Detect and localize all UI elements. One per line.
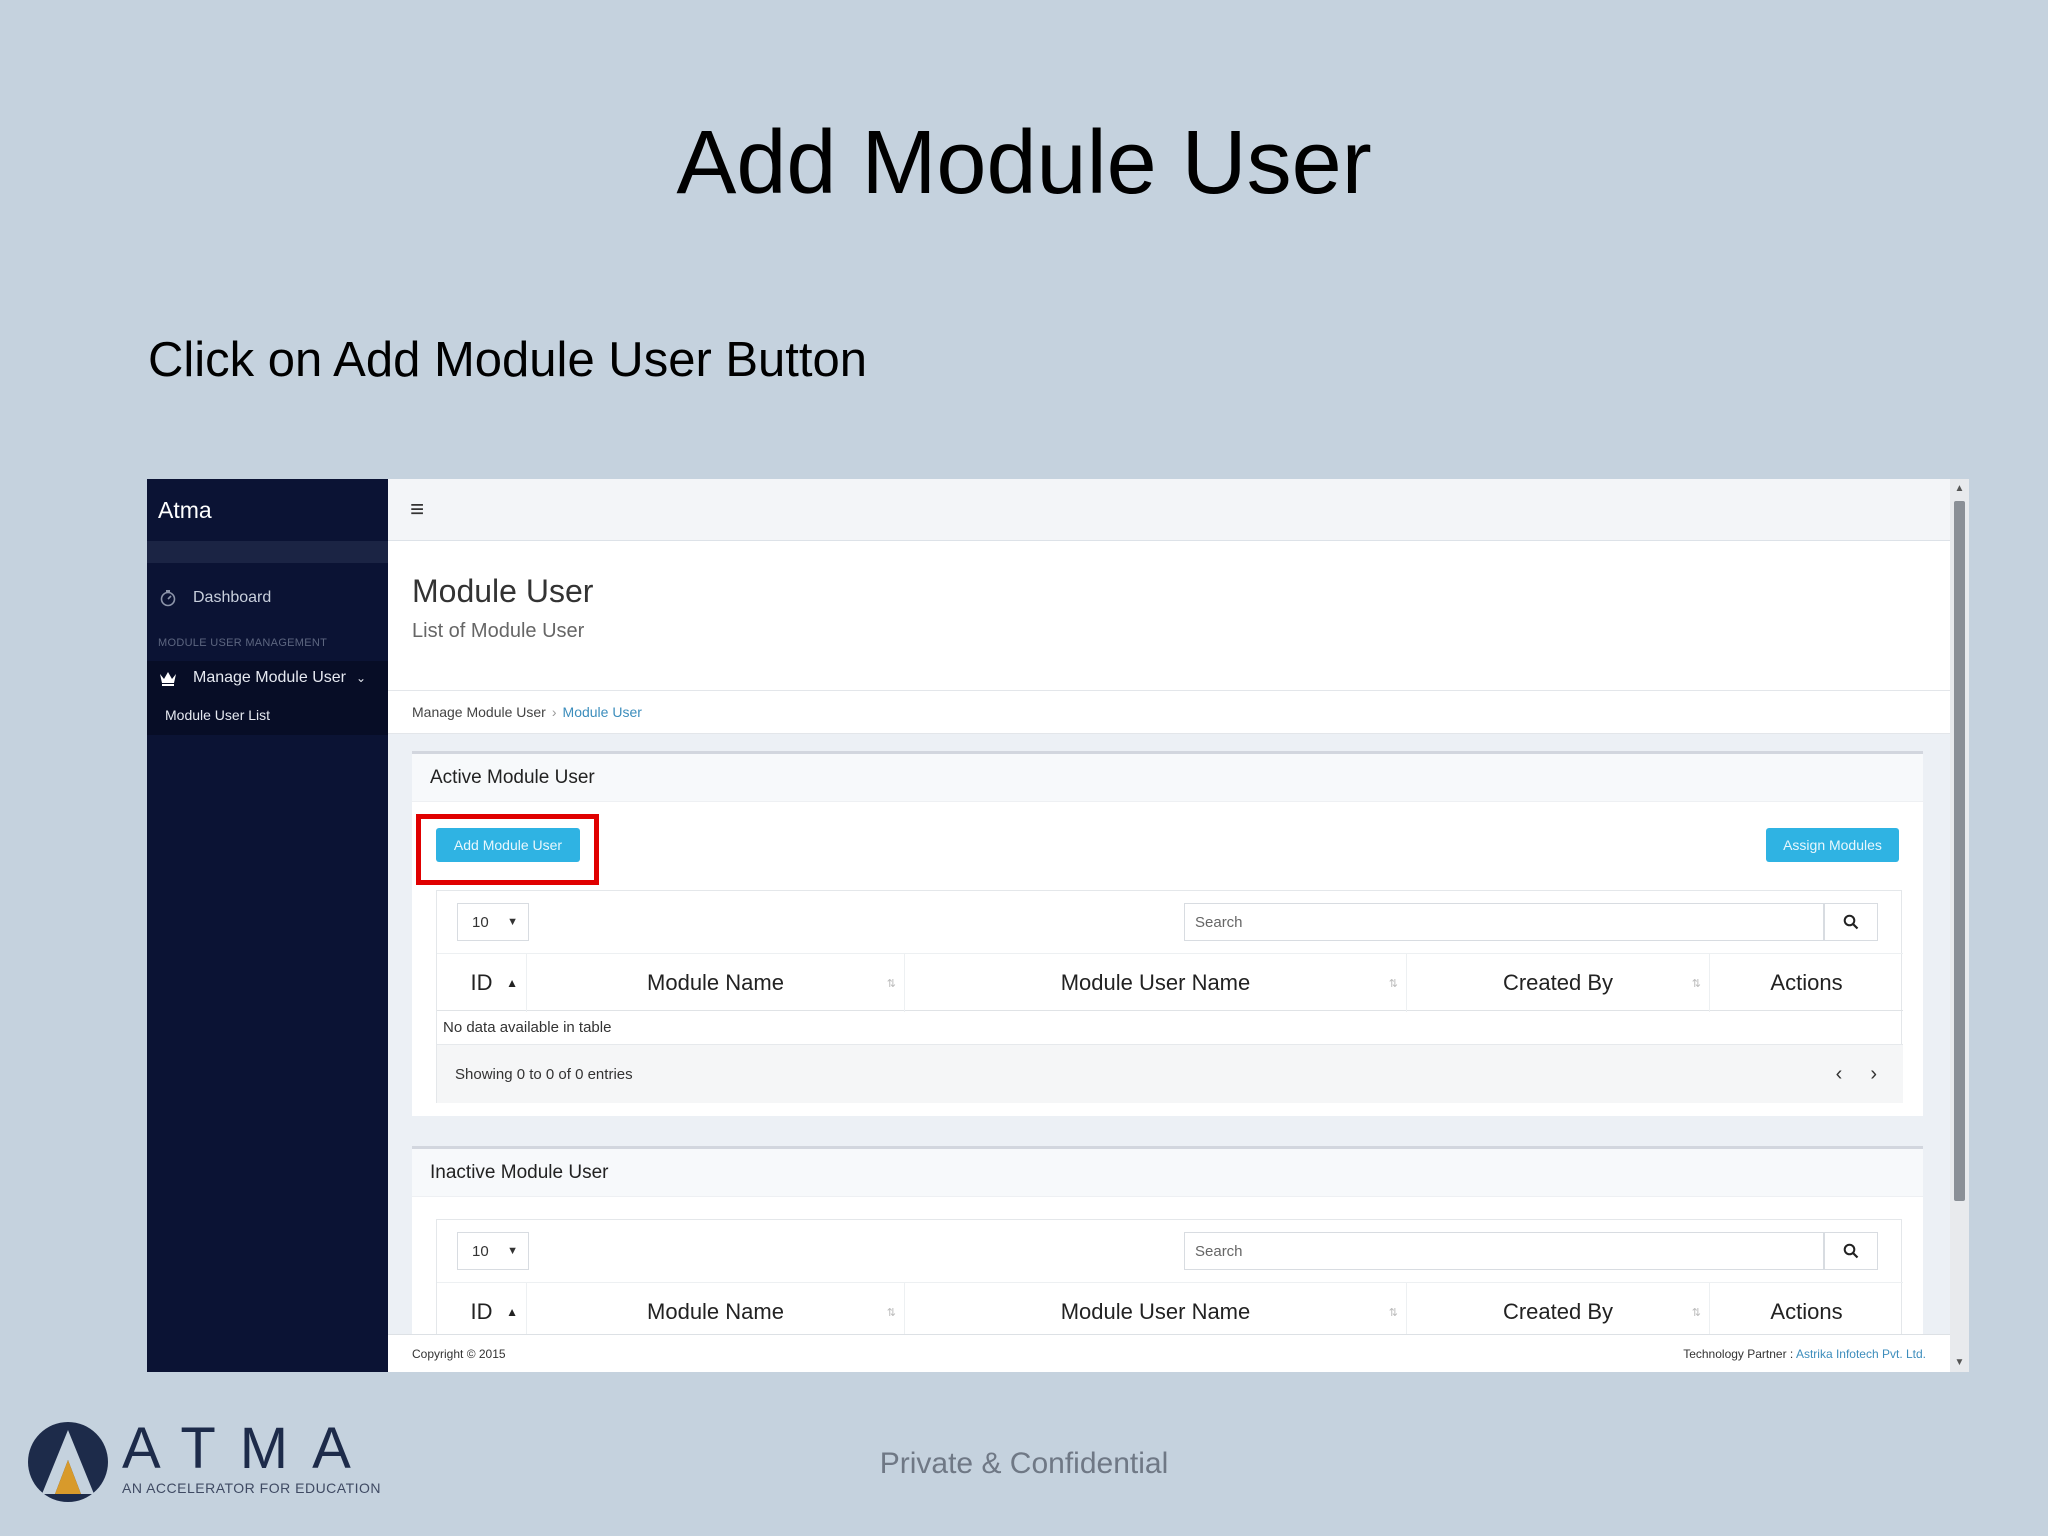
partner-link[interactable]: Astrika Infotech Pvt. Ltd. bbox=[1796, 1347, 1926, 1361]
crown-icon bbox=[158, 668, 178, 688]
page-length-select[interactable]: 10 ▼ bbox=[457, 1232, 529, 1270]
page-title: Module User bbox=[412, 573, 594, 609]
partner-label: Technology Partner : bbox=[1683, 1346, 1794, 1361]
previous-page-icon[interactable]: ‹ bbox=[1836, 1063, 1843, 1086]
table-header: ID ▲ Module Name ⇅ Module User Name ⇅ Creat… bbox=[437, 1282, 1903, 1341]
assign-modules-button[interactable]: Assign Modules bbox=[1766, 828, 1899, 862]
breadcrumb: Manage Module User › Module User bbox=[388, 691, 1950, 734]
sidebar-user-strip bbox=[147, 541, 388, 563]
dashboard-icon bbox=[158, 588, 178, 608]
sidebar-item-module-user-list[interactable]: Module User List bbox=[147, 695, 388, 735]
confidential-notice: Private & Confidential bbox=[879, 1447, 1169, 1480]
sort-asc-icon: ▲ bbox=[506, 1305, 518, 1319]
sort-icon: ⇅ bbox=[886, 1306, 896, 1319]
sort-icon: ⇅ bbox=[1388, 977, 1398, 990]
slide-title: Add Module User bbox=[676, 113, 1372, 213]
sidebar: Atma Dashboard MODULE USER MANAGEMENT Ma… bbox=[147, 479, 388, 1372]
page-length-value: 10 bbox=[472, 1242, 489, 1260]
column-header-module-user-name[interactable]: Module User Name ⇅ bbox=[905, 954, 1407, 1012]
box-title: Active Module User bbox=[412, 754, 1923, 802]
breadcrumb-parent[interactable]: Manage Module User bbox=[412, 704, 546, 720]
page-length-value: 10 bbox=[472, 913, 489, 931]
sort-icon: ⇅ bbox=[1388, 1306, 1398, 1319]
active-module-user-box: Active Module User Add Module User Assig… bbox=[412, 751, 1923, 1116]
column-header-created-by[interactable]: Created By ⇅ bbox=[1407, 954, 1710, 1012]
table-info: Showing 0 to 0 of 0 entries bbox=[437, 1045, 1903, 1103]
add-module-user-button[interactable]: Add Module User bbox=[436, 828, 580, 862]
breadcrumb-separator: › bbox=[551, 704, 557, 720]
empty-table-message: No data available in table bbox=[437, 1011, 1903, 1045]
column-header-id[interactable]: ID ▲ bbox=[437, 1283, 527, 1341]
column-header-actions: Actions bbox=[1770, 970, 1843, 995]
scrollbar-thumb[interactable] bbox=[1954, 501, 1965, 1201]
inactive-data-table: 10 ▼ Search ID ▲ Module Name ⇅ Module User… bbox=[436, 1219, 1903, 1346]
search-icon bbox=[1843, 914, 1859, 930]
slide-instruction: Click on Add Module User Button bbox=[148, 333, 868, 387]
sort-asc-icon: ▲ bbox=[506, 976, 518, 990]
next-page-icon[interactable]: › bbox=[1870, 1063, 1877, 1086]
search-button[interactable] bbox=[1824, 1232, 1878, 1270]
main-content: ≡ Module User List of Module User Manage… bbox=[388, 479, 1950, 1372]
hamburger-icon[interactable]: ≡ bbox=[410, 496, 424, 524]
active-data-table: 10 ▼ Search ID ▲ Module Name ⇅ Module User… bbox=[436, 890, 1903, 1103]
column-header-created-by[interactable]: Created By ⇅ bbox=[1407, 1283, 1710, 1341]
caret-down-icon: ▼ bbox=[507, 1245, 518, 1257]
sidebar-item-label: Manage Module User bbox=[193, 669, 346, 686]
sidebar-item-dashboard[interactable]: Dashboard bbox=[147, 573, 388, 623]
logo-tagline: AN ACCELERATOR FOR EDUCATION bbox=[122, 1480, 382, 1496]
breadcrumb-current[interactable]: Module User bbox=[563, 704, 642, 720]
column-header-module-name[interactable]: Module Name ⇅ bbox=[527, 954, 905, 1012]
scrollbar[interactable]: ▲ ▼ bbox=[1950, 479, 1969, 1372]
search-input[interactable]: Search bbox=[1184, 1232, 1824, 1270]
sort-icon: ⇅ bbox=[1691, 1306, 1701, 1319]
content-header: Module User List of Module User bbox=[388, 541, 1950, 691]
sidebar-section-header: MODULE USER MANAGEMENT bbox=[158, 637, 328, 649]
copyright-text: Copyright © 2015 bbox=[412, 1346, 506, 1361]
scroll-down-icon[interactable]: ▼ bbox=[1950, 1357, 1969, 1368]
column-header-module-name[interactable]: Module Name ⇅ bbox=[527, 1283, 905, 1341]
page-subtitle: List of Module User bbox=[412, 620, 585, 642]
app-screenshot: Atma Dashboard MODULE USER MANAGEMENT Ma… bbox=[147, 479, 1969, 1372]
pagination: ‹ › bbox=[1836, 1063, 1877, 1086]
column-header-id[interactable]: ID ▲ bbox=[437, 954, 527, 1012]
column-header-module-user-name[interactable]: Module User Name ⇅ bbox=[905, 1283, 1407, 1341]
box-title: Inactive Module User bbox=[412, 1149, 1923, 1197]
inactive-module-user-box: Inactive Module User 10 ▼ Search ID ▲ Mod… bbox=[412, 1146, 1923, 1346]
sidebar-item-manage-module-user[interactable]: Manage Module User ⌄ bbox=[147, 661, 388, 695]
chevron-down-icon: ⌄ bbox=[355, 671, 367, 685]
search-button[interactable] bbox=[1824, 903, 1878, 941]
search-icon bbox=[1843, 1243, 1859, 1259]
search-input[interactable]: Search bbox=[1184, 903, 1824, 941]
table-header: ID ▲ Module Name ⇅ Module User Name ⇅ Creat… bbox=[437, 953, 1903, 1012]
page-length-select[interactable]: 10 ▼ bbox=[457, 903, 529, 941]
sort-icon: ⇅ bbox=[1691, 977, 1701, 990]
technology-partner: Technology Partner : Astrika Infotech Pv… bbox=[1683, 1347, 1926, 1361]
scroll-up-icon[interactable]: ▲ bbox=[1950, 483, 1969, 494]
sort-icon: ⇅ bbox=[886, 977, 896, 990]
caret-down-icon: ▼ bbox=[507, 916, 518, 928]
brand-logo[interactable]: Atma bbox=[147, 479, 388, 541]
sidebar-item-label: Dashboard bbox=[193, 589, 272, 606]
footer: Copyright © 2015 Technology Partner : As… bbox=[388, 1334, 1950, 1372]
topbar: ≡ bbox=[388, 479, 1950, 541]
column-header-actions: Actions bbox=[1770, 1299, 1843, 1324]
